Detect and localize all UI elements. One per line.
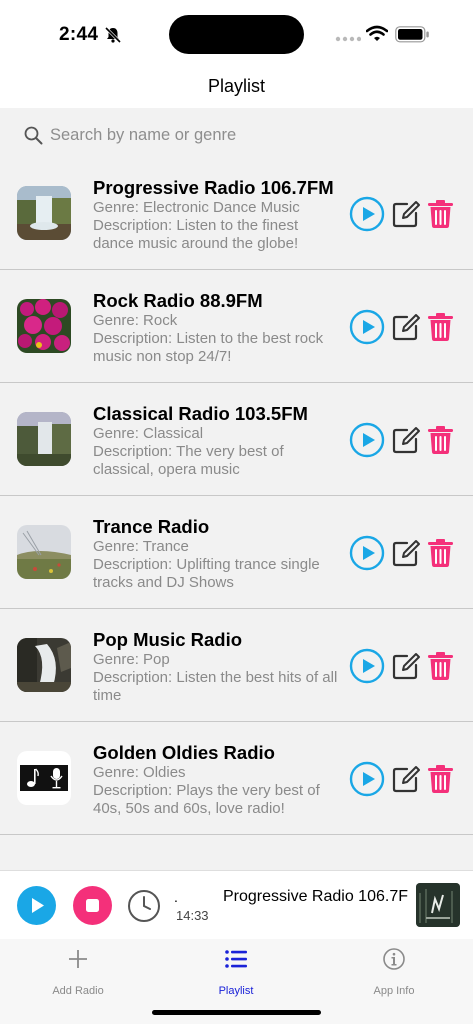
- info-icon: [383, 948, 405, 970]
- trash-icon[interactable]: [427, 199, 454, 229]
- station-row[interactable]: Progressive Radio 106.7FM Genre: Electro…: [0, 157, 473, 270]
- station-description: Description: The very best of classical,…: [93, 443, 284, 478]
- station-description: Description: Listen the best hits of all…: [93, 669, 338, 704]
- station-thumbnail: [17, 186, 71, 240]
- bell-slash-icon: [104, 26, 122, 44]
- station-genre: Genre: Trance: [93, 538, 189, 555]
- tab-label: App Info: [373, 985, 415, 997]
- station-row[interactable]: Pop Music Radio Genre: Pop Description: …: [0, 609, 473, 722]
- play-circle-icon[interactable]: [349, 648, 385, 684]
- station-thumbnail: [17, 525, 71, 579]
- station-name: Golden Oldies Radio: [93, 742, 275, 763]
- now-playing-title: Progressive Radio 106.7F: [223, 888, 408, 905]
- station-genre: Genre: Classical: [93, 425, 204, 442]
- status-bar: 2:44: [0, 0, 473, 66]
- station-genre: Genre: Electronic Dance Music: [93, 199, 300, 216]
- player-status-dot: .: [174, 889, 178, 905]
- play-circle-icon[interactable]: [349, 761, 385, 797]
- edit-icon[interactable]: [391, 651, 421, 681]
- trash-icon[interactable]: [427, 425, 454, 455]
- tab-playlist[interactable]: Playlist: [176, 947, 296, 997]
- status-time: 2:44: [59, 24, 99, 45]
- search-bar: [0, 108, 473, 157]
- station-genre: Genre: Oldies: [93, 764, 186, 781]
- mini-player: . 14:33 Progressive Radio 106.7F: [0, 870, 473, 939]
- station-row[interactable]: Trance Radio Genre: Trance Description: …: [0, 496, 473, 609]
- play-button[interactable]: [17, 886, 56, 925]
- station-genre: Genre: Rock: [93, 312, 178, 329]
- trash-icon[interactable]: [427, 764, 454, 794]
- station-list: Progressive Radio 106.7FM Genre: Electro…: [0, 157, 473, 835]
- trash-icon[interactable]: [427, 651, 454, 681]
- edit-icon[interactable]: [391, 312, 421, 342]
- search-input[interactable]: [50, 122, 450, 148]
- search-icon: [24, 126, 43, 145]
- station-description: Description: Plays the very best of 40s,…: [93, 782, 320, 817]
- station-row[interactable]: Rock Radio 88.9FM Genre: Rock Descriptio…: [0, 270, 473, 383]
- tab-label: Playlist: [218, 985, 254, 997]
- station-description: Description: Listen to the finest dance …: [93, 217, 299, 252]
- station-thumbnail: [17, 299, 71, 353]
- station-name: Pop Music Radio: [93, 629, 243, 650]
- play-circle-icon[interactable]: [349, 196, 385, 232]
- station-name: Trance Radio: [93, 516, 210, 537]
- edit-icon[interactable]: [391, 764, 421, 794]
- station-description: Description: Listen to the best rock mus…: [93, 330, 324, 365]
- now-playing-artwork: [416, 883, 460, 927]
- play-circle-icon[interactable]: [349, 535, 385, 571]
- edit-icon[interactable]: [391, 538, 421, 568]
- tab-app-info[interactable]: App Info: [334, 947, 454, 997]
- trash-icon[interactable]: [427, 312, 454, 342]
- list-icon: [225, 950, 247, 968]
- station-genre: Genre: Pop: [93, 651, 170, 668]
- play-circle-icon[interactable]: [349, 309, 385, 345]
- station-description: Description: Uplifting trance single tra…: [93, 556, 320, 591]
- station-thumbnail: [17, 638, 71, 692]
- tab-label: Add Radio: [52, 985, 104, 997]
- station-thumbnail: [17, 751, 71, 805]
- station-row[interactable]: Classical Radio 103.5FM Genre: Classical…: [0, 383, 473, 496]
- tab-add-radio[interactable]: Add Radio: [18, 947, 138, 997]
- edit-icon[interactable]: [391, 425, 421, 455]
- battery-icon: [395, 26, 429, 43]
- station-name: Rock Radio 88.9FM: [93, 290, 263, 311]
- station-row[interactable]: Golden Oldies Radio Genre: Oldies Descri…: [0, 722, 473, 835]
- trash-icon[interactable]: [427, 538, 454, 568]
- dynamic-island: [169, 15, 304, 54]
- player-elapsed-time: 14:33: [176, 908, 209, 923]
- edit-icon[interactable]: [391, 199, 421, 229]
- page-title: Playlist: [207, 76, 265, 96]
- stop-button[interactable]: [73, 886, 112, 925]
- station-thumbnail: [17, 412, 71, 466]
- navigation-bar: Playlist: [0, 66, 473, 108]
- clock-icon[interactable]: [127, 889, 161, 923]
- plus-icon: [69, 950, 87, 968]
- signal-dots-icon: [335, 36, 361, 42]
- wifi-icon: [366, 25, 388, 41]
- play-circle-icon[interactable]: [349, 422, 385, 458]
- home-indicator: [152, 1010, 321, 1015]
- station-name: Progressive Radio 106.7FM: [93, 177, 334, 198]
- station-name: Classical Radio 103.5FM: [93, 403, 308, 424]
